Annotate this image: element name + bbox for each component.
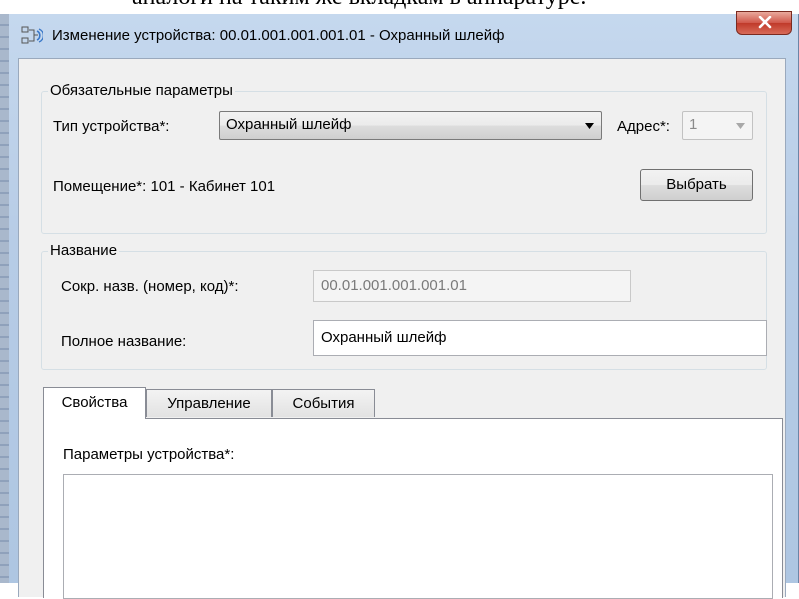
device-type-select[interactable]: Охранный шлейф — [219, 111, 602, 140]
document-text-fragment: аналоги на таким же вкладкам в аппаратур… — [0, 0, 799, 14]
chevron-down-icon — [585, 123, 594, 129]
device-type-label: Тип устройства*: — [53, 118, 170, 135]
device-edit-icon — [21, 26, 45, 46]
window-edge-strip — [0, 14, 9, 583]
device-params-list[interactable] — [63, 474, 773, 599]
close-icon — [758, 16, 772, 29]
tab-events[interactable]: События — [272, 389, 375, 417]
short-name-field[interactable]: 00.01.001.001.001.01 — [313, 270, 631, 302]
dialog-client-area: Обязательные параметры Тип устройства*: … — [18, 58, 786, 599]
address-label: Адрес*: — [617, 118, 670, 135]
room-label: Помещение*: 101 - Кабинет 101 — [53, 178, 276, 195]
device-type-value: Охранный шлейф — [226, 116, 352, 133]
required-params-group: Обязательные параметры Тип устройства*: … — [41, 82, 767, 234]
address-select[interactable]: 1 — [682, 111, 753, 140]
device-params-label: Параметры устройства*: — [63, 446, 235, 463]
window-title: Изменение устройства: 00.01.001.001.001.… — [52, 27, 505, 44]
full-name-field[interactable]: Охранный шлейф — [313, 320, 767, 356]
chevron-down-icon — [736, 123, 745, 129]
address-value: 1 — [689, 116, 698, 133]
dialog-window: Изменение устройства: 00.01.001.001.001.… — [0, 11, 799, 599]
short-name-value: 00.01.001.001.001.01 — [321, 277, 467, 294]
required-params-legend: Обязательные параметры — [48, 82, 235, 99]
full-name-value: Охранный шлейф — [321, 329, 447, 346]
select-room-button[interactable]: Выбрать — [640, 169, 753, 201]
close-button[interactable] — [736, 11, 792, 35]
full-name-label: Полное название: — [61, 333, 187, 350]
tab-properties[interactable]: Свойства — [43, 387, 146, 419]
document-text: аналоги на таким же вкладкам в аппаратур… — [132, 0, 586, 11]
title-bar[interactable]: Изменение устройства: 00.01.001.001.001.… — [10, 11, 798, 58]
short-name-label: Сокр. назв. (номер, код)*: — [61, 278, 239, 295]
tab-control[interactable]: Управление — [146, 389, 272, 417]
name-legend: Название — [48, 242, 120, 259]
name-group: Название Сокр. назв. (номер, код)*: 00.0… — [41, 242, 767, 370]
properties-tab-panel: Параметры устройства*: — [43, 418, 783, 599]
